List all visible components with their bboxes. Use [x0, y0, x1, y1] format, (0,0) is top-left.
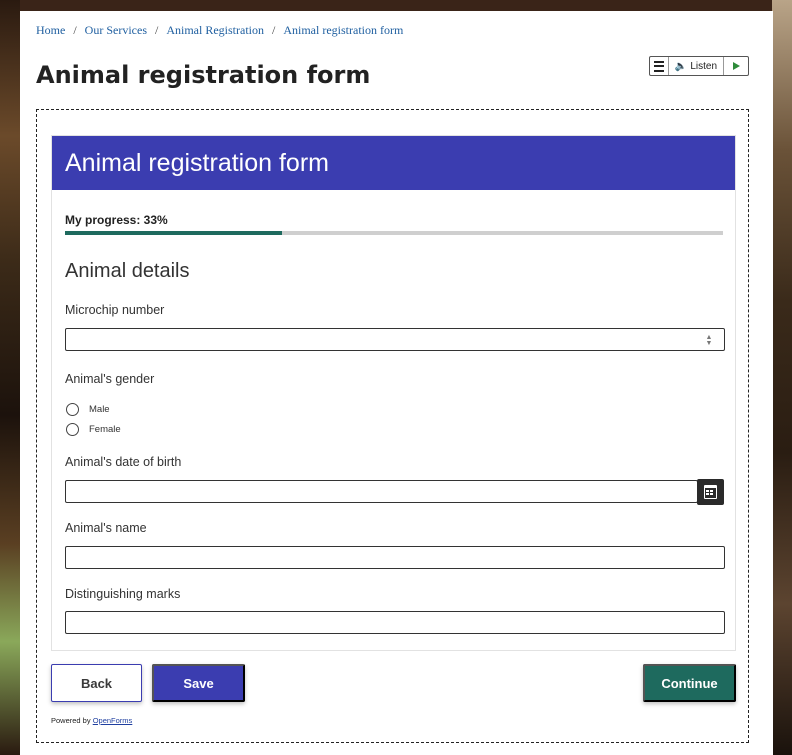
- save-button[interactable]: Save: [152, 664, 245, 702]
- marks-input[interactable]: [65, 611, 725, 634]
- powered-by: Powered by OpenForms: [51, 716, 132, 725]
- calendar-icon: [704, 485, 717, 499]
- background-photo-left: [0, 0, 20, 755]
- gender-option-label: Male: [89, 404, 110, 415]
- radio-button-male[interactable]: [66, 403, 79, 416]
- play-icon[interactable]: [724, 62, 748, 70]
- dob-input[interactable]: [65, 480, 698, 503]
- progress-label: My progress: 33%: [65, 213, 168, 227]
- breadcrumb-our-services[interactable]: Our Services: [85, 23, 147, 38]
- menu-icon[interactable]: [650, 57, 669, 75]
- breadcrumb-separator: /: [155, 23, 159, 37]
- listen-widget: 🔈 Listen: [649, 56, 749, 76]
- form-wrapper: Animal registration form My progress: 33…: [36, 109, 749, 743]
- page-container: Home / Our Services / Animal Registratio…: [20, 11, 773, 755]
- breadcrumb-home[interactable]: Home: [36, 23, 65, 38]
- radio-button-female[interactable]: [66, 423, 79, 436]
- gender-label: Animal's gender: [65, 372, 155, 386]
- listen-button[interactable]: 🔈 Listen: [669, 57, 724, 75]
- back-button[interactable]: Back: [51, 664, 142, 702]
- breadcrumb-separator: /: [272, 23, 276, 37]
- name-label: Animal's name: [65, 521, 147, 535]
- continue-button[interactable]: Continue: [643, 664, 736, 702]
- name-input[interactable]: [65, 546, 725, 569]
- listen-label: Listen: [690, 60, 718, 72]
- breadcrumb: Home / Our Services / Animal Registratio…: [36, 23, 403, 38]
- microchip-label: Microchip number: [65, 303, 165, 317]
- gender-option-label: Female: [89, 424, 121, 435]
- speaker-icon: 🔈: [674, 60, 688, 72]
- section-title: Animal details: [65, 260, 190, 282]
- gender-option-male[interactable]: Male: [66, 403, 110, 416]
- calendar-button[interactable]: [697, 479, 724, 505]
- powered-by-text: Powered by: [51, 716, 91, 725]
- form-header: Animal registration form: [52, 136, 735, 190]
- breadcrumb-current-page[interactable]: Animal registration form: [283, 23, 403, 38]
- microchip-input[interactable]: [65, 328, 725, 351]
- number-spinner-icon[interactable]: ▲ ▼: [704, 334, 714, 347]
- progress-bar: [65, 231, 723, 235]
- openforms-link[interactable]: OpenForms: [93, 716, 133, 725]
- form-card: Animal registration form My progress: 33…: [51, 135, 736, 651]
- marks-label: Distinguishing marks: [65, 587, 181, 601]
- dob-label: Animal's date of birth: [65, 455, 182, 469]
- breadcrumb-animal-registration[interactable]: Animal Registration: [166, 23, 264, 38]
- progress-fill: [65, 231, 283, 235]
- gender-option-female[interactable]: Female: [66, 423, 121, 436]
- breadcrumb-separator: /: [73, 23, 77, 37]
- background-photo-right: [772, 0, 792, 755]
- page-title: Animal registration form: [36, 61, 371, 89]
